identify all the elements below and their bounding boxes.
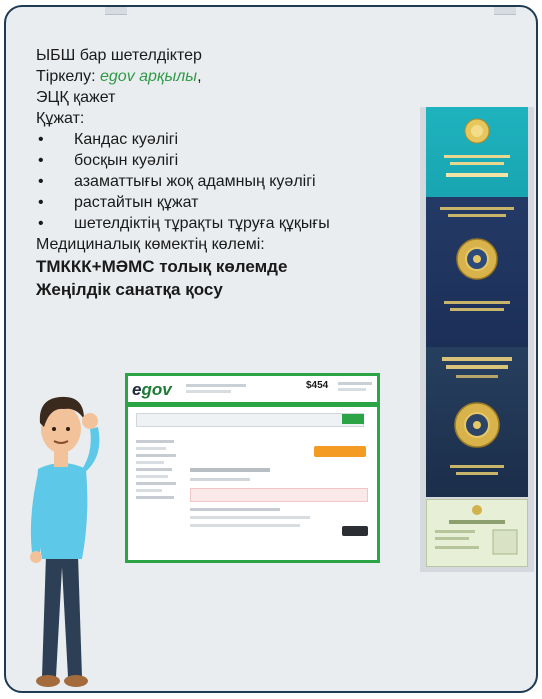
passport-image — [426, 347, 528, 497]
documents-image — [420, 107, 534, 572]
binder-clip-left — [105, 7, 127, 15]
heading: ЫБШ бар шетелдіктер — [36, 47, 202, 64]
coverage: ТМККК+МӘМС толық көлемде — [36, 257, 288, 276]
documents-list: Кандас куәлігі босқын куәлігі азаматтығы… — [36, 129, 416, 234]
submit-button — [342, 526, 368, 536]
registration-suffix: , — [197, 68, 202, 85]
person-illustration — [30, 396, 100, 687]
info-text: ЫБШ бар шетелдіктер Тіркелу: egov арқылы… — [36, 45, 416, 301]
search-field — [136, 413, 364, 427]
documents-label: Құжат: — [36, 110, 85, 127]
egov-logo: egov — [132, 380, 172, 399]
price-text: $454 — [306, 380, 329, 391]
passport-image — [426, 197, 528, 347]
side-menu — [136, 436, 180, 556]
binder-clip-right — [494, 7, 516, 15]
medical-label: Медициналық көмектің көлемі: — [36, 236, 265, 253]
registration-value: egov арқылы — [100, 68, 198, 85]
alert-box — [190, 488, 368, 502]
ehr-needed: ЭЦҚ қажет — [36, 89, 116, 106]
residence-permit-image — [426, 499, 528, 567]
registration-label: Тіркелу: — [36, 68, 100, 85]
list-item: босқын куәлігі — [36, 150, 416, 171]
nav-bar — [128, 402, 377, 407]
list-item: шетелдіктің тұрақты тұруға құқығы — [36, 213, 416, 234]
order-button — [314, 446, 366, 457]
privilege: Жеңілдік санатқа қосу — [36, 280, 223, 299]
info-card: ЫБШ бар шетелдіктер Тіркелу: egov арқылы… — [4, 5, 538, 693]
list-item: азаматтығы жоқ адамның куәлігі — [36, 171, 416, 192]
search-button — [342, 414, 364, 424]
list-item: Кандас куәлігі — [36, 129, 416, 150]
registration-line: Тіркелу: egov арқылы, — [36, 66, 416, 87]
egov-screenshot: egov $454 — [125, 373, 380, 563]
list-item: растайтын құжат — [36, 192, 416, 213]
kandas-certificate-image — [426, 107, 528, 197]
